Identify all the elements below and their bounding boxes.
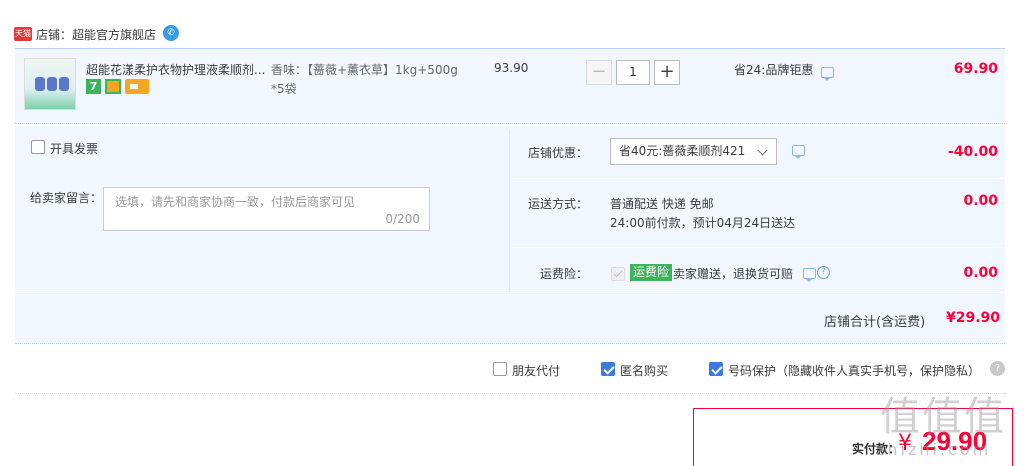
tmall-badge-icon: 天猫 [14,27,32,41]
anonymous-label[interactable]: 匿名购买 [620,362,668,379]
insurance-text: 卖家赠送，退换货可赔 [673,267,794,281]
bottle-shape [59,77,69,91]
chevron-down-icon [757,145,768,156]
shipping-amount: 0.00 [963,193,998,209]
wangwang-chat-icon[interactable]: ✆ [163,25,179,41]
anonymous-checkbox[interactable] [601,362,615,376]
divider [15,393,1005,394]
number-protect-checkbox[interactable] [709,362,723,376]
help-icon[interactable]: ? [990,361,1005,376]
message-placeholder: 选填，请先和商家协商一致，付款后商家可见 [115,195,356,209]
coupon-label: 店铺优惠： [527,146,588,160]
shipping-label: 运送方式： [527,197,588,211]
invoice-checkbox[interactable] [31,140,45,154]
shipping-eta: 24:00前付款，预计04月24日送达 [610,216,796,230]
product-thumbnail[interactable] [24,58,76,110]
message-char-count: 0/200 [385,212,420,226]
number-protect-label[interactable]: 号码保护（隐藏收件人真实手机号，保护隐私） [728,362,980,379]
coupon-selected-value: 省40元:蔷薇柔顺剂421 [619,144,746,158]
insurance-chat-icon[interactable] [803,268,816,282]
shop-total-amount: ¥29.90 [945,310,1000,326]
quantity-increase-button[interactable]: + [654,60,680,85]
quantity-decrease-button[interactable]: − [586,60,612,85]
credit-card-icon [125,79,149,94]
shop-name[interactable]: 店铺：超能官方旗舰店 [36,26,156,43]
insurance-badge: 运费险 [630,264,673,281]
coupon-select[interactable]: 省40元:蔷薇柔顺剂421 [610,138,777,165]
divider [512,178,1004,179]
bottle-shape [35,77,45,91]
watermark-logo: 值值值 [880,394,1006,440]
promo-chat-icon[interactable] [821,67,834,81]
insurance-amount: 0.00 [963,265,998,281]
item-promotion: 省24:品牌钜惠 [734,63,814,77]
watermark-url: zhizhi.com [876,440,992,459]
product-sku: 香味：【蔷薇+薰衣草】1kg+500g*5袋 [271,63,458,96]
guarantee-badge-icon [105,79,121,94]
quantity-input[interactable]: 1 [616,60,650,85]
insurance-label: 运费险： [539,267,588,281]
shop-total-label: 店铺合计(含运费) [824,315,926,330]
divider [512,247,1004,248]
friend-pay-checkbox[interactable] [493,362,507,376]
cart-item-row [15,48,1005,124]
help-icon[interactable]: ? [817,266,830,279]
unit-price: 93.90 [494,61,529,75]
invoice-label[interactable]: 开具发票 [50,140,98,157]
shipping-method: 普通配送 快递 免邮 [610,197,714,211]
friend-pay-label[interactable]: 朋友代付 [512,362,560,379]
insurance-checkbox [611,267,625,281]
message-label: 给卖家留言： [30,191,103,205]
item-subtotal: 69.90 [953,61,998,77]
divider [15,292,1005,293]
product-title[interactable]: 超能花漾柔护衣物护理液柔顺剂... [86,61,272,78]
coupon-amount: -40.00 [947,144,998,160]
coupon-chat-icon[interactable] [792,145,805,159]
seven-day-return-icon: 7 [86,79,101,94]
bottle-shape [47,77,57,91]
